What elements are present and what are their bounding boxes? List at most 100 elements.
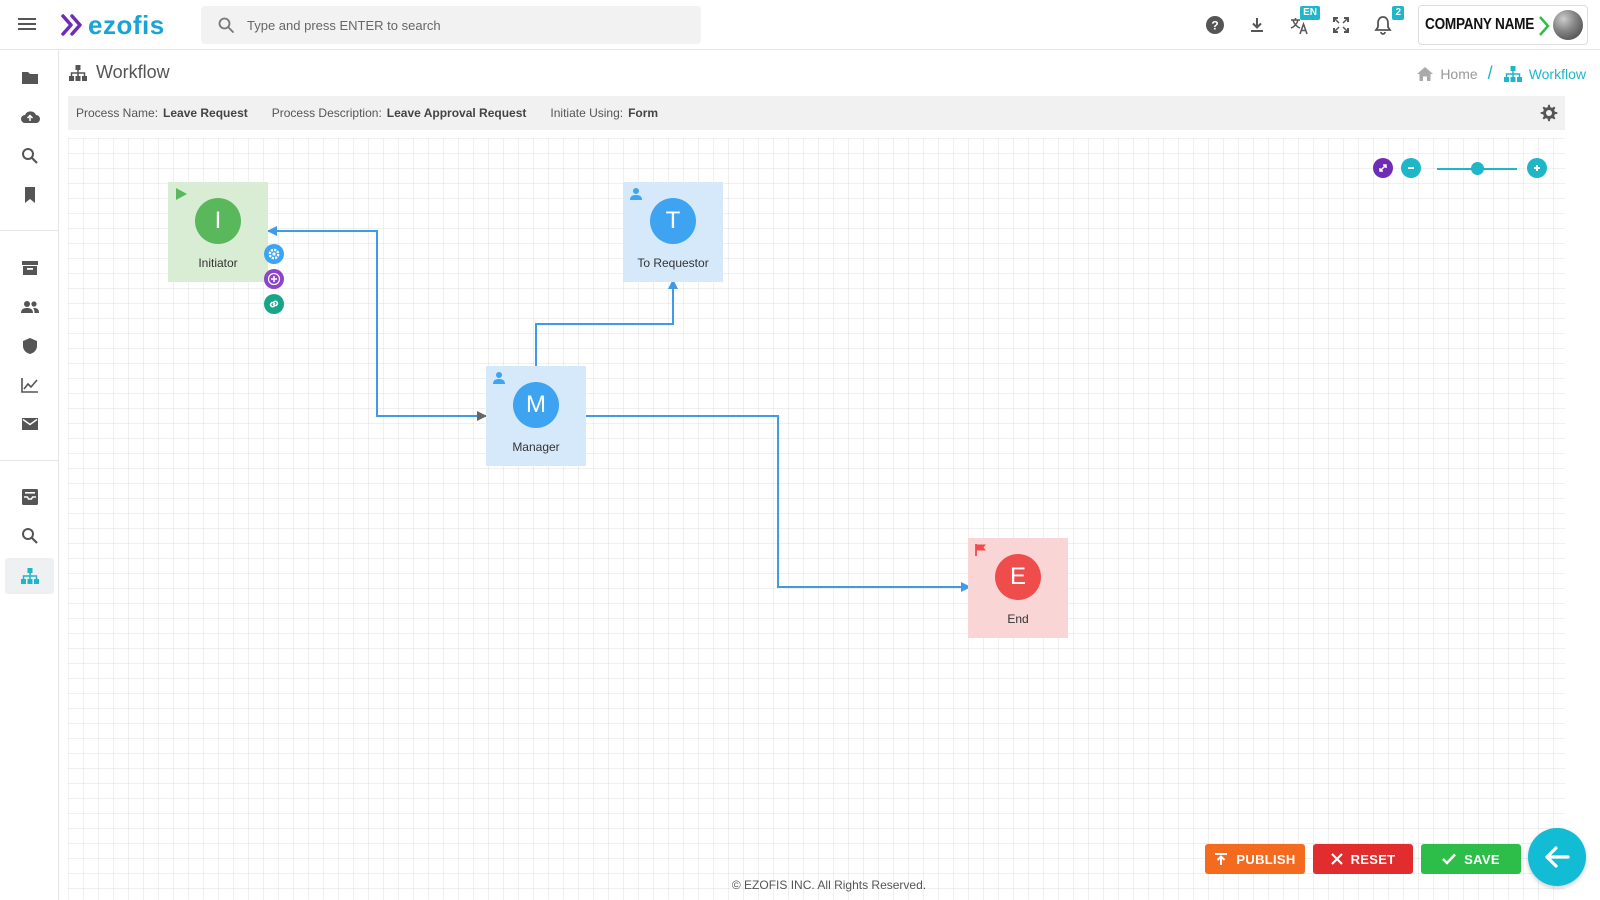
- breadcrumb-home[interactable]: Home: [1440, 66, 1477, 82]
- sidebar-item-inbox[interactable]: [5, 479, 54, 515]
- process-info-bar: Process Name: Leave Request Process Desc…: [68, 96, 1565, 130]
- avatar[interactable]: [1553, 10, 1583, 40]
- node-add-button[interactable]: [264, 269, 284, 289]
- bookmark-icon: [24, 187, 35, 203]
- sidebar-item-archive[interactable]: [5, 250, 54, 286]
- fullscreen-icon[interactable]: [1326, 10, 1356, 40]
- breadcrumb: Home / Workflow: [1416, 63, 1586, 84]
- home-icon[interactable]: [1416, 66, 1434, 82]
- zoom-out-button[interactable]: [1401, 158, 1421, 178]
- sidebar-item-search-2[interactable]: [5, 518, 54, 554]
- search-icon: [218, 17, 234, 33]
- publish-icon: [1215, 853, 1228, 865]
- connection-manager-initiator[interactable]: [267, 226, 406, 417]
- sidebar-item-mail[interactable]: [5, 406, 54, 442]
- menu-icon[interactable]: [18, 15, 36, 33]
- chart-icon: [20, 378, 38, 393]
- initiate-using-label: Initiate Using:: [550, 106, 624, 120]
- link-icon: [269, 300, 279, 308]
- breadcrumb-current: Workflow: [1528, 65, 1586, 82]
- translate-icon[interactable]: EN: [1284, 6, 1320, 40]
- process-description-value: Leave Approval Request: [386, 106, 527, 120]
- play-icon: [176, 188, 187, 200]
- node-to-requestor[interactable]: T To Requestor: [623, 182, 723, 282]
- user-icon: [630, 188, 642, 200]
- node-manager[interactable]: M Manager: [486, 366, 586, 466]
- node-to-requestor-avatar: T: [650, 198, 696, 244]
- save-label: SAVE: [1464, 851, 1500, 867]
- sidebar-divider: [0, 230, 59, 231]
- connection-initiator-manager[interactable]: [376, 231, 487, 421]
- footer-actions: PUBLISH RESET SAVE: [1205, 844, 1529, 874]
- users-icon: [20, 301, 39, 313]
- sidebar-item-workflow[interactable]: [5, 558, 54, 594]
- folders-icon: [21, 72, 38, 84]
- arrow-left-icon: [1545, 846, 1570, 868]
- logo-text: ezofis: [88, 9, 165, 40]
- process-name-label: Process Name:: [76, 106, 159, 120]
- top-bar: ezofis ? EN 2 COMPANY NAME: [0, 0, 1600, 50]
- sidebar-item-reports[interactable]: [5, 367, 54, 403]
- add-icon: [267, 272, 281, 286]
- notification-bell-icon[interactable]: 2: [1368, 6, 1404, 40]
- process-name-value: Leave Request: [163, 106, 248, 120]
- sidebar-item-bookmarks[interactable]: [5, 177, 54, 213]
- sidebar-item-users[interactable]: [5, 289, 54, 325]
- settings-icon: [268, 248, 280, 260]
- sidebar-item-upload[interactable]: [5, 99, 54, 135]
- flag-icon: [975, 544, 986, 556]
- inbox-icon: [21, 489, 38, 505]
- connection-manager-end[interactable]: [586, 415, 971, 592]
- connection-lines: [267, 226, 971, 592]
- header-actions: ? EN 2: [1200, 6, 1410, 40]
- node-link-button[interactable]: [264, 294, 284, 314]
- node-initiator[interactable]: I Initiator: [168, 182, 268, 282]
- cloud-upload-icon: [20, 111, 40, 123]
- company-arrow-icon: [1539, 16, 1550, 36]
- search-bar: [201, 6, 701, 44]
- archive-icon: [21, 261, 38, 275]
- zoom-controls: [1373, 158, 1553, 180]
- workflow-canvas[interactable]: I Initiator T To Requestor M Manager E E…: [68, 138, 1565, 900]
- minus-icon: [1408, 167, 1414, 169]
- node-settings-button[interactable]: [264, 244, 284, 264]
- initiate-using-value: Form: [628, 106, 659, 120]
- page-header: Workflow: [68, 62, 170, 83]
- node-to-requestor-label: To Requestor: [637, 256, 709, 270]
- plus-icon: [1534, 165, 1540, 171]
- logo[interactable]: ezofis: [60, 8, 165, 42]
- search-input[interactable]: [247, 17, 677, 33]
- publish-button[interactable]: PUBLISH: [1205, 844, 1305, 874]
- download-icon[interactable]: [1242, 10, 1272, 40]
- save-button[interactable]: SAVE: [1421, 844, 1521, 874]
- sidebar-item-folders[interactable]: [5, 60, 54, 96]
- sidebar-item-search[interactable]: [5, 138, 54, 174]
- reset-label: RESET: [1350, 851, 1396, 867]
- workflow-icon: [69, 64, 87, 81]
- node-end-label: End: [1007, 612, 1029, 626]
- node-end[interactable]: E End: [968, 538, 1068, 638]
- node-initiator-label: Initiator: [198, 256, 238, 270]
- mail-icon: [21, 418, 38, 430]
- check-icon: [1442, 853, 1457, 865]
- connection-manager-requestor[interactable]: [535, 279, 678, 368]
- search-icon: [21, 148, 38, 164]
- publish-label: PUBLISH: [1236, 851, 1296, 867]
- close-icon: [1330, 853, 1343, 865]
- shield-icon: [22, 338, 37, 354]
- language-badge: EN: [1300, 6, 1320, 20]
- node-initiator-avatar: I: [195, 198, 241, 244]
- zoom-in-button[interactable]: [1527, 158, 1547, 178]
- company-switcher[interactable]: COMPANY NAME: [1418, 5, 1588, 45]
- sidebar-item-security[interactable]: [5, 328, 54, 364]
- fit-to-screen-button[interactable]: [1373, 158, 1393, 178]
- sidebar: [0, 50, 59, 900]
- page-title: Workflow: [96, 62, 170, 82]
- node-manager-avatar: M: [513, 382, 559, 428]
- workflow-icon: [20, 568, 39, 584]
- help-icon[interactable]: ?: [1200, 10, 1230, 40]
- zoom-slider-handle[interactable]: [1470, 162, 1484, 175]
- gear-icon[interactable]: [1539, 103, 1559, 123]
- svg-text:?: ?: [1211, 19, 1218, 33]
- reset-button[interactable]: RESET: [1313, 844, 1413, 874]
